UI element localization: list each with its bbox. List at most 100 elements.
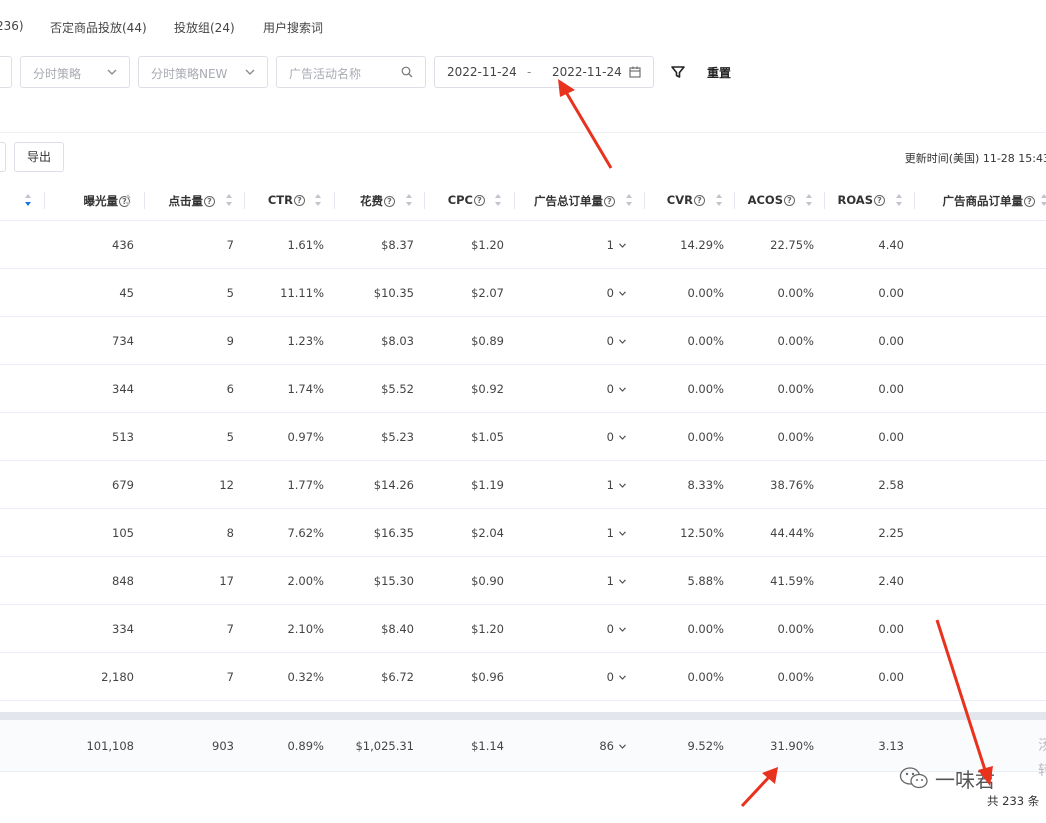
date-end[interactable]: 2022-11-24: [552, 65, 622, 79]
tab-negative-product-targeting[interactable]: 否定商品投放(44): [50, 19, 147, 36]
table-row[interactable]: 513 5 0.97% $5.23 $1.05 0 0.00% 0.00% 0.00: [0, 413, 1046, 461]
header-ctr[interactable]: CTR?: [268, 193, 305, 207]
header-product-orders[interactable]: 广告商品订单量?: [943, 193, 1035, 209]
header-roas[interactable]: ROAS?: [837, 193, 885, 207]
table-row[interactable]: 679 12 1.77% $14.26 $1.19 1 8.33% 38.76% 2.58: [0, 461, 1046, 509]
sort-icon-active[interactable]: [24, 193, 32, 207]
cell-total-orders[interactable]: 0: [607, 622, 626, 636]
help-icon[interactable]: ?: [1024, 196, 1035, 207]
help-icon[interactable]: ?: [384, 196, 395, 207]
table-row[interactable]: 344 6 1.74% $5.52 $0.92 0 0.00% 0.00% 0.00: [0, 365, 1046, 413]
cell-value: 0.00%: [687, 382, 724, 396]
reset-button[interactable]: 重置: [707, 64, 731, 81]
date-range-picker[interactable]: 2022-11-24 - 2022-11-24: [434, 56, 654, 88]
export-button[interactable]: 导出: [14, 142, 64, 172]
table-row[interactable]: 105 8 7.62% $16.35 $2.04 1 12.50% 44.44% 2.25: [0, 509, 1046, 557]
help-icon[interactable]: ?: [694, 195, 705, 206]
sort-icon[interactable]: [715, 193, 723, 207]
cell-roas: 0.00: [878, 622, 904, 636]
help-icon[interactable]: ?: [474, 195, 485, 206]
cell-acos: 0.00%: [777, 286, 814, 300]
header-clicks[interactable]: 点击量?: [169, 193, 215, 209]
cell-acos: 41.59%: [770, 574, 814, 588]
cell-total-orders[interactable]: 0: [607, 670, 626, 684]
partial-toolbar-button[interactable]: [0, 142, 6, 172]
help-icon[interactable]: ?: [784, 195, 795, 206]
cell-ctr: 1.77%: [287, 478, 324, 492]
chevron-down-icon[interactable]: [619, 243, 626, 248]
partial-filter-select[interactable]: [0, 56, 12, 88]
cell-spend: $8.37: [381, 238, 414, 252]
table-row[interactable]: 734 9 1.23% $8.03 $0.89 0 0.00% 0.00% 0.00: [0, 317, 1046, 365]
tab-search-terms[interactable]: 用户搜索词: [263, 19, 323, 36]
cell-total-orders[interactable]: 1: [607, 526, 626, 540]
campaign-search-input[interactable]: 广告活动名称: [276, 56, 426, 88]
cell-total-orders[interactable]: 0: [607, 286, 626, 300]
chevron-down-icon[interactable]: [619, 387, 626, 392]
table-row[interactable]: 2,180 7 0.32% $6.72 $0.96 0 0.00% 0.00% 0.00: [0, 653, 1046, 701]
cell-cvr: 0.00%: [687, 382, 724, 396]
chevron-down-icon[interactable]: [619, 744, 626, 749]
cell-impressions: 436: [112, 238, 134, 252]
header-acos[interactable]: ACOS?: [748, 193, 795, 207]
header-spend[interactable]: 花费?: [360, 193, 395, 209]
sort-icon[interactable]: [895, 193, 903, 207]
sort-icon[interactable]: [225, 193, 233, 207]
help-icon[interactable]: ?: [874, 195, 885, 206]
table-row[interactable]: 334 7 2.10% $8.40 $1.20 0 0.00% 0.00% 0.00: [0, 605, 1046, 653]
cell-value: $14.26: [373, 478, 414, 492]
strategy-select[interactable]: 分时策略: [20, 56, 130, 88]
table-row[interactable]: 45 5 11.11% $10.35 $2.07 0 0.00% 0.00% 0.00: [0, 269, 1046, 317]
cell-acos: 0.00%: [777, 430, 814, 444]
total-total-orders[interactable]: 86: [599, 739, 626, 753]
chevron-down-icon[interactable]: [619, 627, 626, 632]
cell-value: 8: [226, 526, 234, 540]
chevron-down-icon[interactable]: [619, 339, 626, 344]
cell-clicks: 9: [227, 334, 234, 348]
chevron-down-icon[interactable]: [619, 531, 626, 536]
chevron-down-icon[interactable]: [619, 291, 626, 296]
sort-icon[interactable]: [625, 193, 633, 207]
chevron-down-icon[interactable]: [619, 579, 626, 584]
help-icon[interactable]: ?: [204, 196, 215, 207]
sort-icon[interactable]: [805, 193, 813, 207]
chevron-down-icon[interactable]: [619, 435, 626, 440]
cell-cvr: 0.00%: [687, 334, 724, 348]
cell-value: 1.61%: [287, 238, 324, 252]
date-start[interactable]: 2022-11-24: [447, 65, 517, 79]
cell-total-orders[interactable]: 0: [607, 430, 626, 444]
cell-total-orders[interactable]: 1: [607, 238, 626, 252]
filter-funnel-icon[interactable]: [670, 64, 686, 80]
strategy-new-select[interactable]: 分时策略NEW: [138, 56, 268, 88]
cell-total-orders[interactable]: 1: [607, 574, 626, 588]
header-cpc[interactable]: CPC?: [448, 193, 485, 207]
sort-icon[interactable]: [494, 193, 502, 207]
table-row[interactable]: 848 17 2.00% $15.30 $0.90 1 5.88% 41.59% 2.40: [0, 557, 1046, 605]
cell-value: 0.97%: [287, 430, 324, 444]
sort-icon[interactable]: [314, 193, 322, 207]
cell-value: $5.23: [381, 430, 414, 444]
chevron-down-icon[interactable]: [619, 675, 626, 680]
cell-total-orders[interactable]: 0: [607, 334, 626, 348]
cell-cvr: 14.29%: [680, 238, 724, 252]
table-row[interactable]: 436 7 1.61% $8.37 $1.20 1 14.29% 22.75% 4.40: [0, 221, 1046, 269]
header-total-orders[interactable]: 广告总订单量?: [534, 193, 615, 209]
sort-icon[interactable]: [124, 193, 132, 207]
tab-previous[interactable]: 236): [0, 19, 24, 33]
tab-targeting-groups[interactable]: 投放组(24): [174, 19, 235, 36]
column-separator: [424, 192, 425, 209]
help-icon[interactable]: ?: [604, 196, 615, 207]
cell-value: $6.72: [381, 670, 414, 684]
edge-cell-text: 转: [1038, 763, 1046, 779]
chevron-down-icon: [107, 69, 117, 75]
table-scrollbar[interactable]: [0, 712, 1046, 720]
help-icon[interactable]: ?: [294, 195, 305, 206]
chevron-down-icon[interactable]: [619, 483, 626, 488]
sort-icon[interactable]: [405, 193, 413, 207]
header-cvr[interactable]: CVR?: [667, 193, 705, 207]
sort-icon[interactable]: [1040, 193, 1046, 207]
cell-total-orders[interactable]: 1: [607, 478, 626, 492]
cell-total-orders[interactable]: 0: [607, 382, 626, 396]
cell-roas: 2.58: [878, 478, 904, 492]
cell-roas: 0.00: [878, 430, 904, 444]
